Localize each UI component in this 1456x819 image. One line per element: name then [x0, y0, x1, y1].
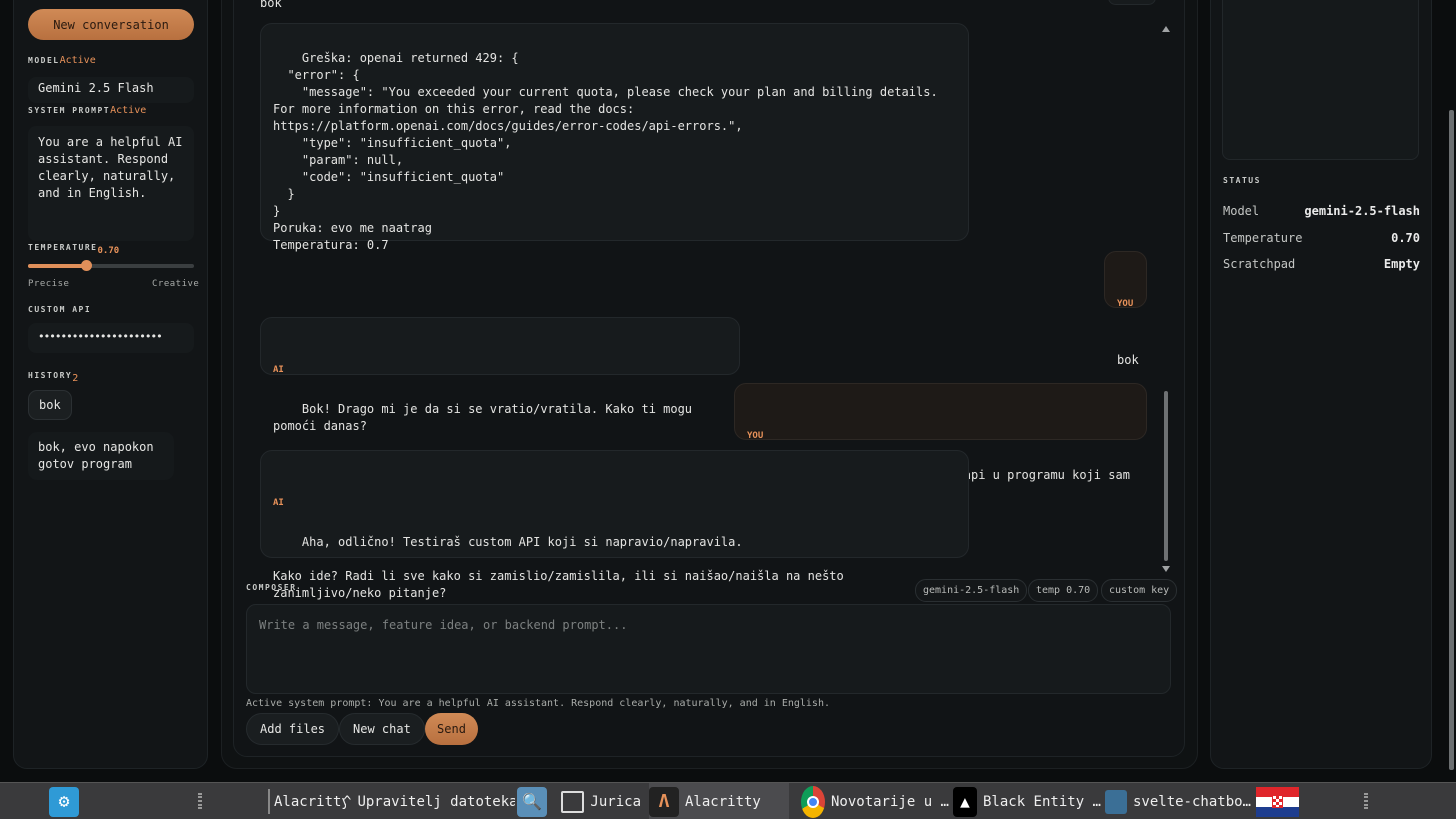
status-row-model: Model gemini-2.5-flash	[1223, 204, 1420, 218]
taskbar-item-file-manager[interactable]: ^ Upravitelj datotekama	[343, 783, 515, 819]
message-text: bok	[1117, 353, 1139, 367]
message-role: AI	[273, 365, 284, 375]
taskbar-item-label: Black Entity …	[982, 793, 1101, 810]
chrome-center-icon	[806, 795, 819, 808]
taskbar: ⚙ Alacritty ^ Upravitelj datotekama 🔍 Ju…	[0, 782, 1456, 819]
system-prompt-active-tag: Active	[110, 105, 147, 116]
temperature-slider-fill	[28, 264, 87, 268]
taskbar-item-svelte[interactable]: svelte-chatbo…	[1105, 783, 1251, 819]
gear-icon: ⚙	[49, 786, 79, 817]
message-input[interactable]	[246, 604, 1171, 694]
system-prompt-label-text: SYSTEM PROMPT	[28, 106, 111, 115]
chat-scrollbar[interactable]	[1162, 26, 1170, 572]
taskbar-item-alacritty[interactable]: Alacritty	[274, 783, 346, 819]
status-value: Empty	[1383, 257, 1420, 271]
custom-api-input[interactable]: ••••••••••••••••••••••	[28, 323, 194, 353]
chat-app: New conversation MODELActive Gemini 2.5 …	[0, 0, 1456, 782]
status-key: Scratchpad	[1223, 257, 1296, 271]
taskbar-item-jurica[interactable]: Jurica	[561, 783, 641, 819]
taskbar-separator	[268, 789, 270, 814]
scroll-up-arrow-icon[interactable]	[1162, 26, 1170, 32]
taskbar-item-alacritty-active[interactable]: Λ Alacritty	[649, 783, 789, 819]
partial-bubble	[1108, 0, 1156, 5]
temperature-label-text: TEMPERATURE	[28, 243, 98, 252]
history-label-text: HISTORY	[28, 371, 73, 380]
taskbar-item-black-entity[interactable]: ▲ Black Entity …	[953, 783, 1101, 819]
message-text: Bok! Drago mi je da si se vratio/vratila…	[273, 402, 700, 433]
triangle-logo-icon: ▲	[953, 786, 977, 817]
history-item[interactable]: bok, evo napokon gotov program	[28, 432, 174, 480]
message-bubble-error: Greška: openai returned 429: { "error": …	[260, 23, 969, 252]
status-key: Temperature	[1223, 231, 1303, 245]
message-text: Greška: openai returned 429: { "error": …	[273, 51, 938, 252]
message-text: Aha, odlično! Testiraš custom API koji s…	[273, 535, 844, 600]
keyboard-layout-indicator[interactable]	[1256, 783, 1300, 819]
chrome-icon	[801, 785, 825, 818]
taskbar-item-label: Jurica	[590, 793, 641, 810]
settings-launcher[interactable]: ⚙	[49, 783, 79, 819]
temperature-slider-knob[interactable]	[81, 260, 93, 271]
status-row-temperature: Temperature 0.70	[1223, 231, 1420, 245]
chat-scroll-thumb[interactable]	[1164, 391, 1168, 561]
scroll-down-arrow-icon[interactable]	[1162, 566, 1170, 572]
page-scrollbar[interactable]	[1447, 0, 1456, 782]
model-label: MODELActive	[28, 55, 96, 66]
history-count: 2	[72, 373, 79, 384]
temperature-label: TEMPERATURE0.70	[28, 243, 120, 256]
message-bubble-ai: AI Bok! Drago mi je da si se vratio/vrat…	[260, 317, 740, 433]
active-system-prompt: Active system prompt: You are a helpful …	[246, 698, 830, 709]
temperature-value: 0.70	[97, 246, 120, 256]
folder-icon	[1105, 789, 1127, 814]
taskbar-item-label: svelte-chatbo…	[1132, 793, 1251, 810]
status-row-scratchpad: Scratchpad Empty	[1223, 257, 1420, 271]
taskbar-item-search[interactable]: 🔍	[517, 783, 547, 819]
scratchpad-textarea[interactable]	[1222, 0, 1419, 160]
system-prompt-textarea[interactable]: You are a helpful AI assistant. Respond …	[28, 126, 194, 241]
folder-icon	[561, 790, 585, 813]
custom-key-chip: custom key	[1101, 579, 1178, 602]
message-role: YOU	[1117, 299, 1134, 309]
flag-checker-icon	[1272, 794, 1283, 808]
page-scroll-thumb[interactable]	[1449, 110, 1454, 770]
croatia-flag-icon	[1256, 786, 1299, 817]
status-value: 0.70	[1391, 231, 1420, 245]
composer-label: COMPOSER	[246, 583, 297, 592]
temp-chip: temp 0.70	[1028, 579, 1099, 602]
taskbar-grip-icon[interactable]	[198, 793, 202, 809]
temperature-slider[interactable]	[28, 260, 194, 271]
taskbar-item-label: Upravitelj datotekama	[357, 793, 515, 810]
history-item[interactable]: bok	[28, 390, 72, 420]
caret-up-icon: ^	[343, 793, 352, 810]
creative-hint: Creative	[152, 279, 200, 289]
left-sidebar: New conversation MODELActive Gemini 2.5 …	[13, 0, 208, 769]
taskbar-item-label: Novotarije u …	[830, 793, 949, 810]
taskbar-grip-icon[interactable]	[1364, 793, 1368, 809]
add-files-button[interactable]: Add files	[246, 713, 340, 745]
system-prompt-label: SYSTEM PROMPTActive	[28, 105, 146, 116]
taskbar-item-label: Alacritty	[685, 793, 761, 810]
message-bubble-ai: AI Aha, odlično! Testiraš custom API koj…	[260, 450, 969, 600]
model-active-tag: Active	[59, 55, 96, 66]
custom-api-label: CUSTOM API	[28, 305, 92, 314]
alacritty-icon: Λ	[649, 786, 679, 817]
magnifier-icon: 🔍	[517, 786, 547, 817]
model-select[interactable]: Gemini 2.5 Flash	[28, 77, 194, 103]
model-label-text: MODEL	[28, 56, 60, 65]
new-chat-button[interactable]: New chat	[339, 713, 425, 745]
precise-hint: Precise	[28, 279, 70, 289]
status-label: STATUS	[1223, 176, 1261, 185]
new-conversation-button[interactable]: New conversation	[28, 9, 194, 40]
status-key: Model	[1223, 204, 1260, 218]
message-bubble-user: YOU bok	[1104, 251, 1147, 367]
model-chip: gemini-2.5-flash	[915, 579, 1028, 602]
message-role: AI	[273, 498, 284, 508]
partial-message: bok	[260, 0, 282, 10]
taskbar-item-chrome[interactable]: Novotarije u …	[801, 783, 949, 819]
status-value: gemini-2.5-flash	[1304, 204, 1420, 218]
taskbar-item-label: Alacritty	[274, 793, 346, 810]
message-role: YOU	[747, 431, 764, 441]
send-button[interactable]: Send	[425, 713, 478, 745]
message-bubble-user: YOU ma gledam jel radi custom api u prog…	[734, 383, 1147, 499]
history-label: HISTORY2	[28, 370, 79, 384]
